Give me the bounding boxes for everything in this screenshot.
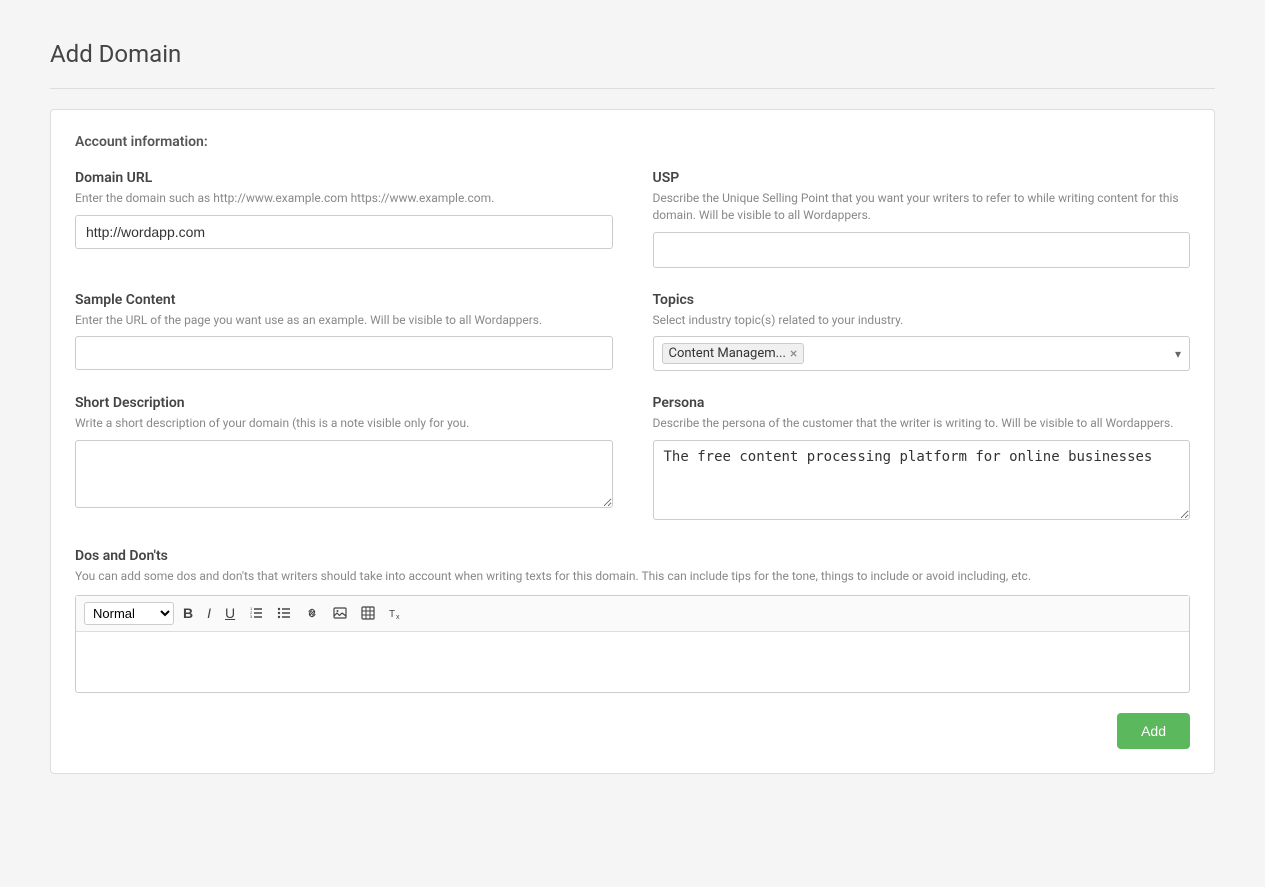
dos-donts-section: Dos and Don'ts You can add some dos and … xyxy=(75,548,1190,693)
italic-button[interactable]: I xyxy=(202,603,216,623)
dos-donts-hint: You can add some dos and don'ts that wri… xyxy=(75,568,1190,585)
persona-textarea[interactable] xyxy=(653,440,1191,520)
domain-url-hint: Enter the domain such as http://www.exam… xyxy=(75,190,613,207)
svg-text:3: 3 xyxy=(250,614,253,619)
short-desc-hint: Write a short description of your domain… xyxy=(75,415,613,432)
col-short-description: Short Description Write a short descript… xyxy=(75,395,613,524)
ordered-list-button[interactable]: 1 2 3 xyxy=(244,603,268,623)
topic-tag-remove[interactable]: × xyxy=(790,347,797,361)
domain-url-label: Domain URL xyxy=(75,170,613,186)
row-sample-topics: Sample Content Enter the URL of the page… xyxy=(75,292,1190,372)
topics-select[interactable]: Content Managem... × ▾ xyxy=(653,336,1191,371)
dos-donts-label: Dos and Don'ts xyxy=(75,548,1190,564)
add-button[interactable]: Add xyxy=(1117,713,1190,749)
table-button[interactable] xyxy=(356,603,380,623)
persona-hint: Describe the persona of the customer tha… xyxy=(653,415,1191,432)
persona-label: Persona xyxy=(653,395,1191,411)
col-topics: Topics Select industry topic(s) related … xyxy=(653,292,1191,372)
short-desc-label: Short Description xyxy=(75,395,613,411)
topic-tag-content-mgmt: Content Managem... × xyxy=(662,343,805,364)
col-sample-content: Sample Content Enter the URL of the page… xyxy=(75,292,613,372)
sample-content-hint: Enter the URL of the page you want use a… xyxy=(75,312,613,329)
col-persona: Persona Describe the persona of the cust… xyxy=(653,395,1191,524)
col-domain-url: Domain URL Enter the domain such as http… xyxy=(75,170,613,268)
usp-input[interactable] xyxy=(653,232,1191,268)
svg-text:T: T xyxy=(389,609,395,620)
page-title: Add Domain xyxy=(50,40,1215,68)
form-card: Account information: Domain URL Enter th… xyxy=(50,109,1215,774)
row-desc-persona: Short Description Write a short descript… xyxy=(75,395,1190,524)
editor-container: Normal Heading 1 Heading 2 Heading 3 B I… xyxy=(75,595,1190,693)
bold-button[interactable]: B xyxy=(178,603,198,623)
sample-content-label: Sample Content xyxy=(75,292,613,308)
usp-label: USP xyxy=(653,170,1191,186)
underline-button[interactable]: U xyxy=(220,603,240,623)
topics-label: Topics xyxy=(653,292,1191,308)
image-button[interactable] xyxy=(328,603,352,623)
unordered-list-button[interactable] xyxy=(272,603,296,623)
clear-format-button[interactable]: T x xyxy=(384,603,408,623)
row-domain-usp: Domain URL Enter the domain such as http… xyxy=(75,170,1190,268)
divider xyxy=(50,88,1215,89)
usp-hint: Describe the Unique Selling Point that y… xyxy=(653,190,1191,224)
short-desc-textarea[interactable] xyxy=(75,440,613,508)
form-actions: Add xyxy=(75,713,1190,749)
topics-dropdown-arrow: ▾ xyxy=(1175,347,1181,361)
domain-url-input[interactable] xyxy=(75,215,613,249)
svg-text:x: x xyxy=(396,614,400,620)
link-button[interactable] xyxy=(300,603,324,623)
topics-hint: Select industry topic(s) related to your… xyxy=(653,312,1191,329)
col-usp: USP Describe the Unique Selling Point th… xyxy=(653,170,1191,268)
sample-content-input[interactable] xyxy=(75,336,613,370)
topic-tag-label: Content Managem... xyxy=(669,346,786,361)
dos-donts-editor[interactable] xyxy=(76,632,1189,692)
editor-toolbar: Normal Heading 1 Heading 2 Heading 3 B I… xyxy=(76,596,1189,632)
topics-tags: Content Managem... × xyxy=(662,343,1175,364)
section-title: Account information: xyxy=(75,134,1190,150)
format-select[interactable]: Normal Heading 1 Heading 2 Heading 3 xyxy=(84,602,174,625)
